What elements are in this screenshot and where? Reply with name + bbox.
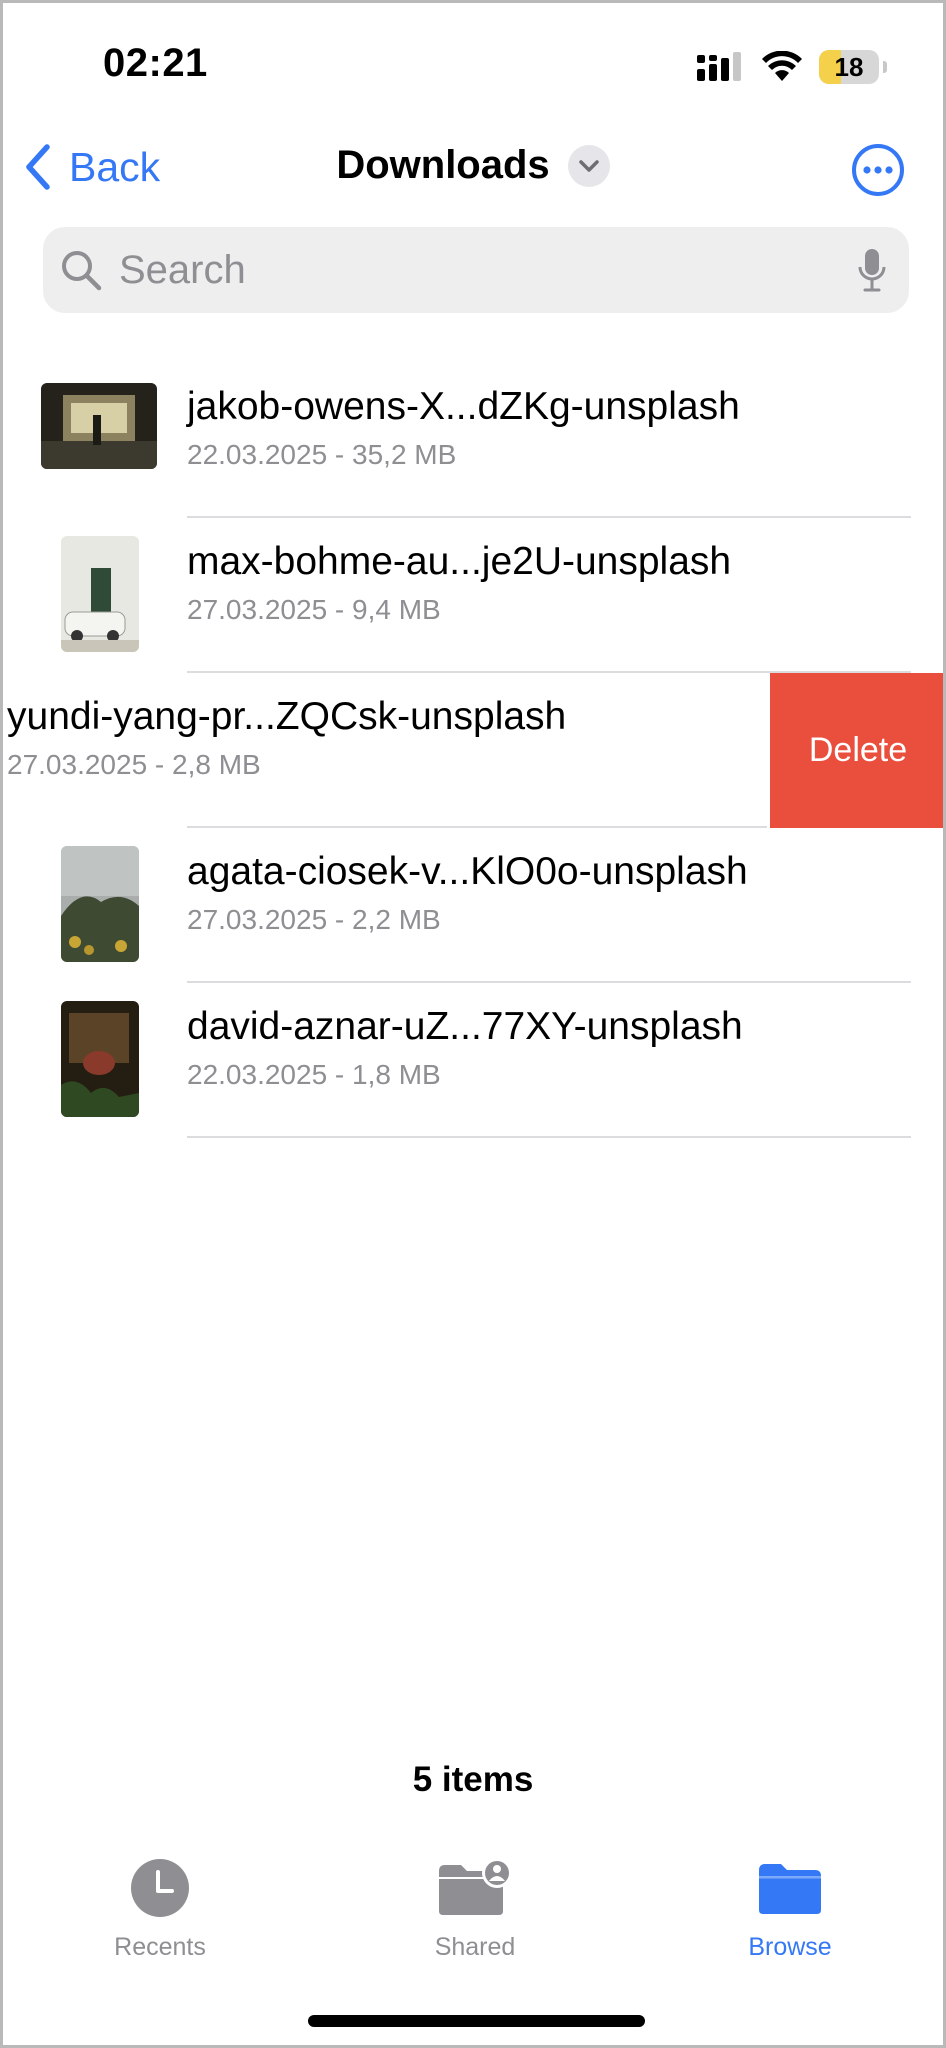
shared-folder-icon bbox=[439, 1859, 512, 1915]
tab-bar: Recents Shared Browse bbox=[3, 1853, 943, 1973]
list-item[interactable]: david-aznar-uZ...77XY-unsplash 22.03.202… bbox=[3, 983, 943, 1138]
microphone-icon[interactable] bbox=[857, 247, 887, 293]
file-name: yundi-yang-pr...ZQCsk-unsplash bbox=[7, 695, 567, 738]
tab-shared[interactable]: Shared bbox=[375, 1853, 575, 1962]
more-button[interactable] bbox=[851, 143, 905, 202]
list-item-swiped[interactable]: yundi-yang-pr...ZQCsk-unsplash 27.03.202… bbox=[3, 673, 943, 828]
file-name: max-bohme-au...je2U-unsplash bbox=[187, 540, 732, 583]
screen: 02:21 18 Back Downloads Search jakob-owe… bbox=[0, 0, 946, 2048]
divider bbox=[187, 1136, 911, 1138]
list-item[interactable]: max-bohme-au...je2U-unsplash 27.03.2025 … bbox=[3, 518, 943, 673]
cellular-signal-icon bbox=[697, 52, 741, 81]
tab-browse[interactable]: Browse bbox=[690, 1853, 890, 1962]
file-name: agata-ciosek-v...KlO0o-unsplash bbox=[187, 850, 748, 893]
file-thumbnail bbox=[61, 536, 139, 652]
page-title: Downloads bbox=[336, 143, 550, 187]
ellipsis-circle-icon bbox=[852, 144, 904, 196]
wifi-icon bbox=[762, 51, 802, 81]
chevron-down-icon bbox=[578, 159, 599, 172]
file-name: jakob-owens-X...dZKg-unsplash bbox=[187, 385, 740, 428]
item-count: 5 items bbox=[412, 1760, 534, 1799]
tab-label: Shared bbox=[434, 1933, 516, 1961]
tab-recents[interactable]: Recents bbox=[60, 1853, 260, 1962]
file-meta: 22.03.2025 - 35,2 MB bbox=[187, 439, 457, 470]
title-dropdown-button[interactable] bbox=[567, 144, 610, 187]
tab-label: Browse bbox=[748, 1933, 832, 1961]
clock-icon bbox=[131, 1859, 189, 1917]
folder-icon bbox=[759, 1864, 821, 1914]
file-meta: 27.03.2025 - 2,8 MB bbox=[7, 749, 261, 780]
status-icons: 18 bbox=[697, 47, 887, 87]
delete-button[interactable]: Delete bbox=[770, 673, 943, 828]
file-meta: 22.03.2025 - 1,8 MB bbox=[187, 1059, 441, 1090]
list-item[interactable]: agata-ciosek-v...KlO0o-unsplash 27.03.20… bbox=[3, 828, 943, 983]
title-menu[interactable]: Downloads bbox=[3, 143, 943, 188]
file-thumbnail bbox=[61, 1001, 139, 1117]
file-name: david-aznar-uZ...77XY-unsplash bbox=[187, 1005, 743, 1048]
file-thumbnail bbox=[41, 383, 157, 469]
battery-icon: 18 bbox=[819, 50, 887, 84]
list-item[interactable]: jakob-owens-X...dZKg-unsplash 22.03.2025… bbox=[3, 363, 943, 518]
search-bar[interactable] bbox=[43, 227, 909, 313]
home-indicator[interactable] bbox=[308, 2015, 645, 2027]
status-time: 02:21 bbox=[103, 41, 208, 85]
battery-level: 18 bbox=[834, 51, 864, 82]
file-list: jakob-owens-X...dZKg-unsplash 22.03.2025… bbox=[3, 363, 943, 1138]
search-input[interactable] bbox=[117, 246, 857, 294]
tab-label: Recents bbox=[114, 1933, 206, 1961]
file-meta: 27.03.2025 - 2,2 MB bbox=[187, 904, 441, 935]
file-thumbnail bbox=[61, 846, 139, 962]
file-meta: 27.03.2025 - 9,4 MB bbox=[187, 594, 441, 625]
search-icon bbox=[62, 251, 102, 291]
